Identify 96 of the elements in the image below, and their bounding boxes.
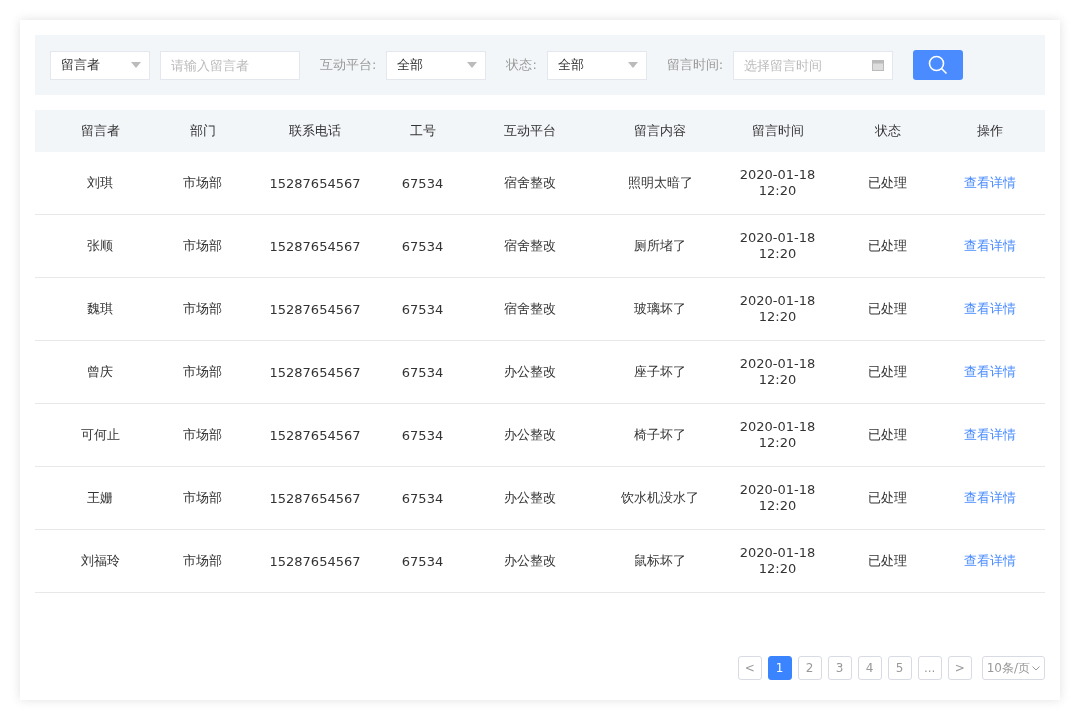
table-cell: 15287654567 (269, 364, 361, 380)
page-button[interactable]: ... (917, 656, 942, 680)
table-cell: 市场部 (183, 553, 222, 568)
table-cell: 15287654567 (269, 427, 361, 443)
table-cell: 67534 (401, 301, 444, 317)
view-details-link[interactable]: 查看详情 (964, 238, 1016, 253)
table-cell: 15287654567 (269, 175, 361, 191)
column-header: 工号 (409, 123, 436, 138)
table-cell: 67534 (401, 427, 444, 443)
table-cell: 市场部 (183, 175, 222, 190)
date-field[interactable]: 选择留言时间 (733, 50, 894, 80)
select-dropdown[interactable]: 全部 (546, 50, 647, 80)
view-details-link[interactable]: 查看详情 (964, 301, 1016, 316)
table-cell-text: 2020-01-18 12:20 (738, 167, 817, 199)
table-cell: 市场部 (183, 301, 222, 316)
filter-label: 互动平台: (320, 56, 377, 74)
page-size-select[interactable]: 10条/页 (981, 656, 1045, 680)
table-cell: 曾庆 (87, 364, 113, 379)
table-cell: 办公整改 (504, 427, 556, 442)
table-cell: 已处理 (868, 238, 907, 253)
view-details-link[interactable]: 查看详情 (964, 553, 1016, 568)
caret-icon (467, 62, 478, 68)
table-cell-text: 2020-01-18 12:20 (738, 230, 817, 262)
table-cell: 15287654567 (269, 238, 361, 254)
table-cell: 鼠标坏了 (634, 553, 686, 568)
page-button[interactable]: 5 (887, 656, 912, 680)
table-cell: 已处理 (868, 364, 907, 379)
table-cell-text: 2020-01-18 12:20 (738, 293, 817, 325)
table-cell: 市场部 (183, 238, 222, 253)
table-cell: 已处理 (868, 553, 907, 568)
table-cell: 厕所堵了 (634, 238, 686, 253)
table-cell: 宿舍整改 (504, 301, 556, 316)
table-cell: 办公整改 (504, 553, 556, 568)
select-dropdown[interactable]: 全部 (386, 50, 487, 80)
table-cell: 办公整改 (504, 490, 556, 505)
search-icon (928, 55, 949, 75)
table-cell: 市场部 (183, 364, 222, 379)
table-cell-text: 2020-01-18 12:20 (738, 356, 817, 388)
column-header: 状态 (874, 123, 901, 138)
view-details-link[interactable]: 查看详情 (964, 364, 1016, 379)
table-cell: 座子坏了 (634, 364, 686, 379)
filter-label: 留言时间: (666, 56, 724, 74)
filter-label: 状态: (506, 56, 537, 74)
page-button[interactable]: 1 (767, 656, 792, 680)
input-field[interactable]: 请输入留言者 (160, 50, 300, 80)
column-header: 互动平台 (504, 123, 556, 138)
select-dropdown[interactable]: 留言者 (50, 50, 150, 80)
calendar-icon (872, 58, 885, 71)
table-cell: 王姗 (87, 490, 113, 505)
column-header: 留言内容 (634, 123, 686, 138)
view-details-link[interactable]: 查看详情 (964, 175, 1016, 190)
prev-page-button[interactable]: < (737, 656, 762, 680)
column-header: 联系电话 (289, 123, 341, 138)
table-cell: 玻璃坏了 (634, 301, 686, 316)
table-cell: 15287654567 (269, 301, 361, 317)
table-cell: 宿舍整改 (504, 175, 556, 190)
column-header: 操作 (977, 123, 1003, 138)
table-cell: 67534 (401, 490, 444, 506)
view-details-link[interactable]: 查看详情 (964, 427, 1016, 442)
table-cell: 67534 (401, 238, 444, 254)
table-cell: 宿舍整改 (504, 238, 556, 253)
table-cell: 67534 (401, 553, 444, 569)
column-header: 留言者 (80, 123, 120, 138)
table-cell: 已处理 (868, 175, 907, 190)
table-cell: 刘琪 (87, 175, 113, 190)
column-header: 部门 (189, 123, 216, 138)
table-cell: 67534 (401, 364, 444, 380)
chevron-down-icon (1032, 665, 1040, 671)
table-cell: 可何止 (80, 427, 120, 442)
page-button[interactable]: 2 (797, 656, 822, 680)
table-cell: 照明太暗了 (627, 175, 693, 190)
table-cell: 67534 (401, 175, 444, 191)
caret-icon (627, 62, 638, 68)
table-cell-text: 2020-01-18 12:20 (738, 545, 817, 577)
table-cell: 15287654567 (269, 553, 361, 569)
table-cell: 已处理 (868, 490, 907, 505)
table-cell: 饮水机没水了 (621, 490, 699, 505)
search-button[interactable] (913, 50, 964, 80)
page-button[interactable]: 3 (827, 656, 852, 680)
view-details-link[interactable]: 查看详情 (964, 490, 1016, 505)
caret-icon (131, 62, 141, 68)
table-cell: 市场部 (183, 427, 222, 442)
table-cell: 刘福玲 (80, 553, 120, 568)
table-cell: 椅子坏了 (634, 427, 686, 442)
table-cell: 魏琪 (87, 301, 113, 316)
table-cell: 办公整改 (504, 364, 556, 379)
table-cell: 已处理 (868, 301, 907, 316)
table-cell-text: 2020-01-18 12:20 (738, 482, 817, 514)
table-cell: 张顺 (87, 238, 113, 253)
table-cell: 已处理 (868, 427, 907, 442)
table-cell: 市场部 (183, 490, 222, 505)
next-page-button[interactable]: > (947, 656, 972, 680)
table-cell: 15287654567 (269, 490, 361, 506)
column-header: 留言时间 (751, 123, 804, 138)
table-cell-text: 2020-01-18 12:20 (738, 419, 817, 451)
page-button[interactable]: 4 (857, 656, 882, 680)
